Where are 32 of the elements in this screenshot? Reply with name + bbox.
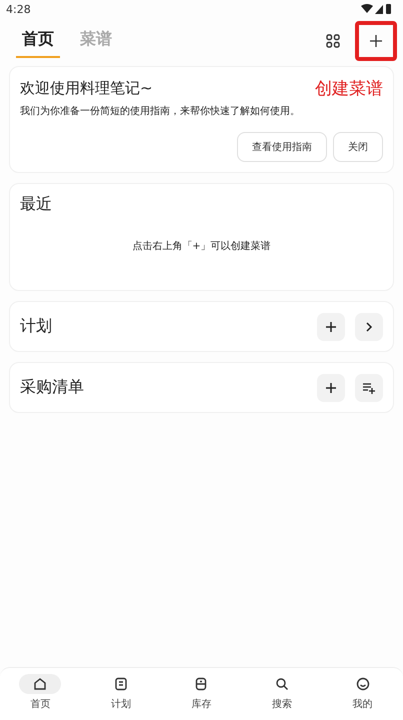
status-icons (361, 3, 391, 15)
status-time: 4:28 (6, 2, 31, 16)
section-title: 计划 (20, 316, 53, 337)
fridge-icon (194, 677, 208, 691)
grid-icon (326, 34, 340, 48)
welcome-title: 欢迎使用料理笔记~ (20, 79, 153, 98)
add-button[interactable] (317, 312, 345, 340)
tab[interactable]: 首页 (16, 24, 60, 58)
notebook-icon (114, 677, 128, 691)
search-icon (275, 677, 290, 691)
nav-item[interactable]: 搜索 (242, 668, 322, 720)
outline-button[interactable]: 关闭 (333, 132, 383, 162)
nav-item[interactable]: 库存 (161, 668, 242, 720)
add-to-list-button[interactable] (355, 374, 383, 402)
empty-hint: 点击右上角「+」可以创建菜谱 (132, 240, 271, 253)
smiley-icon (356, 677, 370, 691)
outline-button[interactable]: 查看使用指南 (237, 132, 327, 162)
home-icon (33, 677, 48, 691)
nav-item[interactable]: 首页 (0, 668, 81, 720)
plus-icon (369, 34, 383, 48)
plus-icon (325, 320, 337, 332)
nav-item[interactable]: 计划 (80, 668, 162, 720)
annotation-text: 创建菜谱 (315, 78, 383, 100)
nav-item[interactable]: 我的 (322, 668, 403, 720)
list-add-icon (362, 382, 376, 394)
section-title: 最近 (20, 194, 53, 215)
add-button[interactable] (317, 374, 345, 402)
welcome-text: 我们为你准备一份简短的使用指南，来帮你快速了解如何使用。 (20, 104, 301, 118)
section-title: 采购清单 (20, 377, 85, 398)
plus-icon (325, 382, 337, 394)
chevron-right-icon (365, 322, 373, 332)
chevron-right-button[interactable] (355, 312, 383, 340)
